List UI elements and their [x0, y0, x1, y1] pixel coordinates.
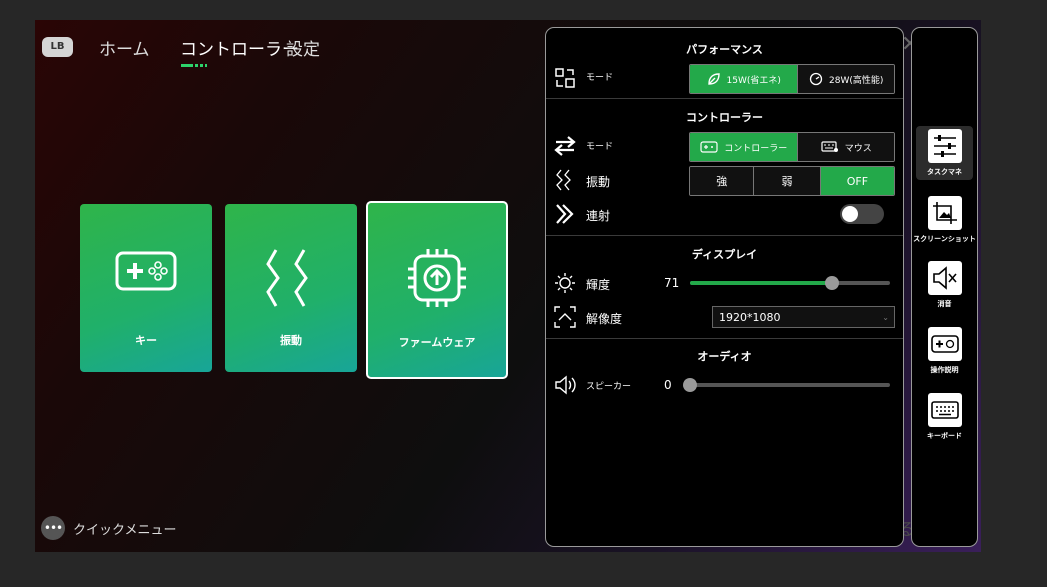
speaker-slider-thumb[interactable] [683, 378, 697, 392]
resolution-label: 解像度 [586, 312, 623, 326]
controller-mode-option-controller[interactable]: コントローラー [690, 133, 798, 161]
sidebar-item-label: 消音 [937, 300, 952, 308]
tile-keys-label: キー [135, 334, 157, 347]
resolution-dropdown[interactable]: 1920*1080 ⌄ [712, 306, 895, 328]
speedometer-icon [809, 72, 823, 86]
tile-firmware[interactable]: ファームウェア [366, 201, 508, 379]
more-icon: ••• [41, 516, 65, 540]
screenshot-icon [932, 202, 957, 224]
mute-icon [932, 266, 957, 290]
quick-menu-label: クイックメニュー [73, 522, 177, 538]
tile-vibration[interactable]: 振動 [225, 204, 357, 372]
chevron-down-icon: ⌄ [882, 313, 889, 322]
quick-menu-button[interactable]: ••• クイックメニュー [41, 516, 176, 540]
speaker-icon [555, 375, 576, 395]
keyboard-mouse-icon [821, 141, 838, 152]
resolution-icon [554, 306, 576, 328]
turbo-toggle[interactable] [840, 204, 884, 224]
sidebar-item-label: スクリーンショット [913, 235, 976, 243]
divider [546, 98, 903, 99]
speaker-slider[interactable] [683, 378, 890, 392]
controller-mode-selector: コントローラー マウス [689, 132, 895, 162]
display-title: ディスプレイ [691, 248, 758, 261]
sidebar-item-controller-guide[interactable]: 操作説明 [912, 327, 977, 375]
sidebar-item-label: タスクマネ [927, 168, 962, 176]
brightness-value: 71 [664, 276, 680, 290]
audio-title: オーディオ [697, 350, 752, 363]
performance-title: パフォーマンス [686, 43, 763, 56]
gamepad-small-icon [700, 141, 718, 153]
performance-mode-icon [555, 68, 575, 88]
keyboard-icon [930, 401, 959, 419]
tab-controller[interactable]: コントローラー [180, 35, 299, 60]
tab-home[interactable]: ホーム [99, 35, 150, 60]
vibration-option-weak[interactable]: 弱 [753, 167, 820, 195]
swap-arrows-icon [554, 136, 576, 156]
firmware-upgrade-icon [408, 249, 466, 307]
gamepad-icon [115, 251, 177, 291]
lb-bumper-hint[interactable]: LB [42, 37, 73, 57]
tab-settings[interactable]: 設定 [286, 35, 320, 60]
vibration-option-off[interactable]: OFF [819, 167, 894, 195]
vibration-small-icon [556, 169, 571, 191]
vibration-option-strong[interactable]: 強 [690, 167, 754, 195]
toggle-knob [842, 206, 858, 222]
brightness-icon [555, 273, 575, 293]
tile-firmware-label: ファームウェア [398, 336, 476, 349]
brightness-slider-thumb[interactable] [825, 276, 839, 290]
sidebar-item-label: 操作説明 [930, 366, 959, 374]
sliders-icon [933, 135, 956, 157]
performance-option-28w[interactable]: 28W(高性能) [797, 65, 894, 93]
turbo-label: 連射 [586, 209, 611, 223]
controller-guide-icon [930, 335, 959, 353]
quick-settings-panel: パフォーマンス モード 15W(省エネ) 28W(高性能) コントローラー モー… [545, 27, 904, 547]
speaker-value: 0 [664, 378, 672, 392]
sidebar-item-label: キーボード [927, 432, 962, 440]
sidebar-item-screenshot[interactable]: スクリーンショット [912, 196, 977, 244]
controller-title: コントローラー [686, 111, 763, 124]
vibration-selector: 強 弱 OFF [689, 166, 895, 196]
controller-mode-label: モード [586, 142, 614, 152]
leaf-icon [707, 73, 720, 85]
vibration-icon [266, 249, 308, 307]
performance-mode-selector: 15W(省エネ) 28W(高性能) [689, 64, 895, 94]
speaker-label: スピーカー [586, 382, 632, 392]
divider [546, 338, 903, 339]
divider [546, 235, 903, 236]
brightness-label: 輝度 [586, 278, 611, 292]
sidebar-item-keyboard[interactable]: キーボード [912, 393, 977, 441]
vibration-label: 振動 [586, 175, 611, 189]
tile-vibration-label: 振動 [280, 334, 302, 347]
brightness-slider-fill [690, 281, 832, 285]
brightness-slider[interactable] [690, 276, 890, 290]
performance-option-15w[interactable]: 15W(省エネ) [690, 65, 798, 93]
turbo-icon [556, 204, 574, 224]
sidebar-item-task-manager[interactable]: タスクマネ [916, 126, 973, 180]
active-tab-indicator [181, 64, 207, 67]
tile-keys[interactable]: キー [80, 204, 212, 372]
performance-mode-label: モード [586, 73, 614, 83]
quick-actions-sidebar: タスクマネ スクリーンショット 消音 操作説明 キーボード [911, 27, 978, 547]
sidebar-item-mute[interactable]: 消音 [912, 261, 977, 309]
controller-mode-option-mouse[interactable]: マウス [797, 133, 894, 161]
